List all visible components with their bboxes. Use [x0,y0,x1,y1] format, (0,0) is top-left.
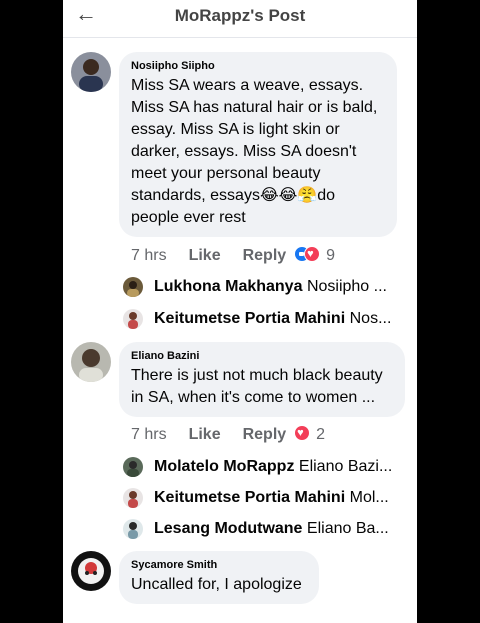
reply-line: Molatelo MoRappz Eliano Bazi... [154,455,399,479]
comment-actions: 7 hrs Like Reply 9 [131,245,335,267]
top-bar: ← MoRappz's Post [63,0,417,38]
comment-text: Miss SA wears a weave, essays. Miss SA h… [131,77,378,226]
timestamp: 7 hrs [131,426,167,443]
reply-author[interactable]: Molatelo MoRappz [154,458,294,475]
post-comments-screen: ← MoRappz's Post Nosiipho Siipho Miss SA… [63,0,417,623]
reply-preview[interactable]: Molatelo MoRappz Eliano Bazi... [121,455,401,479]
love-reaction-icon [294,425,311,441]
reply-snippet: Nosiipho ... [306,278,387,295]
comment-author[interactable]: Eliano Bazini [131,350,393,362]
avatar [123,277,143,297]
comment-author[interactable]: Nosiipho Siipho [131,60,385,72]
reply-author[interactable]: Keitumetse Portia Mahini [154,310,345,327]
reply-author[interactable]: Keitumetse Portia Mahini [154,489,345,506]
reply-line: Lesang Modutwane Eliano Ba... [154,517,399,541]
reply-snippet: Eliano Bazi... [298,458,393,475]
reply-snippet: Nos... [349,310,392,327]
avatar[interactable] [71,551,111,591]
like-button[interactable]: Like [189,245,221,267]
comment-text: There is just not much black beauty in S… [131,367,383,406]
reply-preview[interactable]: Lesang Modutwane Eliano Ba... [121,517,401,541]
comment-author[interactable]: Sycamore Smith [131,559,307,571]
comment-actions: 7 hrs Like Reply 2 [131,424,325,446]
reactions-icon[interactable] [294,246,324,262]
reply-author[interactable]: Lesang Modutwane [154,520,302,537]
page-title: MoRappz's Post [174,6,306,25]
reply-author[interactable]: Lukhona Makhanya [154,278,302,295]
avatar[interactable] [71,342,111,382]
reply-button[interactable]: Reply [243,424,287,446]
reply-button[interactable]: Reply [243,245,287,267]
reply-line: Lukhona Makhanya Nosiipho ... [154,275,399,299]
comment-text: Uncalled for, I apologize [131,576,302,593]
comment-bubble[interactable]: Sycamore Smith Uncalled for, I apologize [119,551,319,604]
love-reaction-icon [304,246,321,262]
avatar[interactable] [71,52,111,92]
timestamp: 7 hrs [131,247,167,264]
reply-line: Keitumetse Portia Mahini Nos... [154,307,399,331]
reply-snippet: Eliano Ba... [306,520,389,537]
reply-line: Keitumetse Portia Mahini Mol... [154,486,399,510]
like-button[interactable]: Like [189,424,221,446]
reply-preview[interactable]: Keitumetse Portia Mahini Nos... [121,307,401,331]
avatar [123,488,143,508]
avatar [123,519,143,539]
reply-snippet: Mol... [349,489,389,506]
reply-preview[interactable]: Lukhona Makhanya Nosiipho ... [121,275,401,299]
reactions-icon[interactable] [294,425,314,441]
comment-bubble[interactable]: Nosiipho Siipho Miss SA wears a weave, e… [119,52,397,237]
avatar [123,457,143,477]
reply-preview[interactable]: Keitumetse Portia Mahini Mol... [121,486,401,510]
comment-bubble[interactable]: Eliano Bazini There is just not much bla… [119,342,405,417]
reaction-count: 9 [326,247,336,264]
avatar [123,309,143,329]
reaction-count: 2 [316,426,326,443]
